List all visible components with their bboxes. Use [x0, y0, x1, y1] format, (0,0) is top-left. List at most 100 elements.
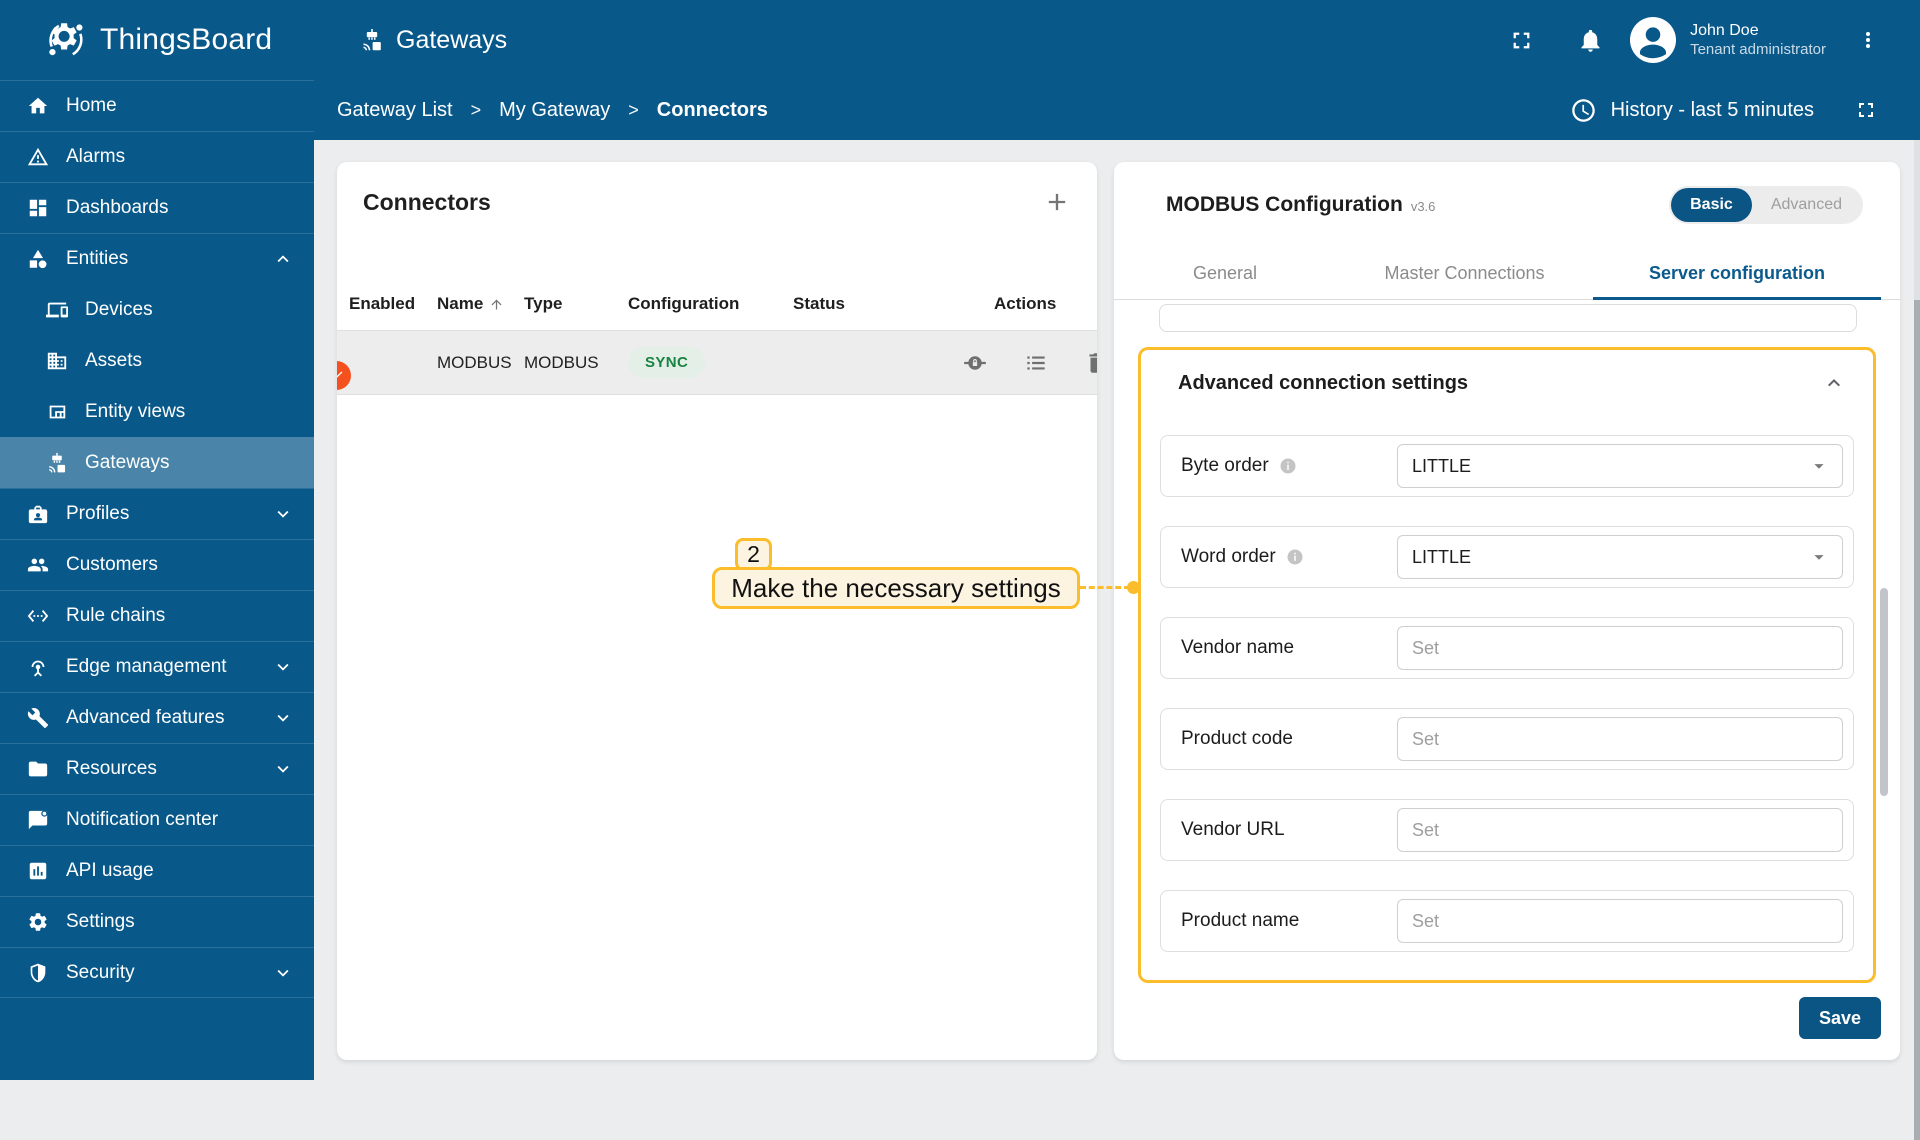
tab-general[interactable]: General	[1114, 247, 1336, 299]
add-connector-button[interactable]	[1043, 188, 1071, 216]
vendor-url-row: Vendor URL	[1160, 799, 1854, 861]
window-scrollbar-track[interactable]	[1914, 140, 1920, 1140]
sidebar-item-label: Notification center	[66, 809, 219, 830]
dropdown-caret-icon	[1808, 546, 1830, 568]
connectors-card: Connectors Enabled Name Type Configurati…	[337, 162, 1097, 1060]
info-icon[interactable]	[1279, 457, 1297, 475]
expand-icon[interactable]	[1854, 98, 1878, 122]
sidebar-item-rule-chains[interactable]: Rule chains	[0, 590, 314, 641]
sidebar-item-label: Gateways	[85, 451, 170, 473]
sidebar-item-label: Devices	[85, 298, 153, 320]
breadcrumb-separator: >	[628, 99, 639, 120]
sidebar-item-assets[interactable]: Assets	[0, 335, 314, 386]
settings-icon	[27, 911, 49, 933]
delete-icon[interactable]	[1084, 350, 1097, 376]
product-name-input[interactable]	[1397, 899, 1843, 943]
vendor-name-input[interactable]	[1397, 626, 1843, 670]
sidebar-item-entity-views[interactable]: Entity views	[0, 386, 314, 437]
sync-chip[interactable]: SYNC	[628, 347, 706, 378]
chevron-down-icon	[272, 503, 294, 525]
clipped-field-row	[1160, 981, 1854, 983]
rule-chains-icon	[27, 605, 49, 627]
security-icon	[27, 962, 49, 984]
save-button[interactable]: Save	[1799, 997, 1881, 1039]
sidebar-item-notification-center[interactable]: Notification center	[0, 794, 314, 845]
user-block[interactable]: John Doe Tenant administrator	[1690, 21, 1826, 60]
connectors-card-header: Connectors	[337, 162, 1097, 242]
history-range[interactable]: History - last 5 minutes	[1570, 97, 1878, 124]
tab-master-connections[interactable]: Master Connections	[1336, 247, 1593, 299]
sidebar-item-devices[interactable]: Devices	[0, 284, 314, 335]
sidebar-item-dashboards[interactable]: Dashboards	[0, 182, 314, 233]
connectors-title: Connectors	[363, 188, 491, 215]
panel-scrollbar-thumb[interactable]	[1880, 588, 1888, 796]
sidebar-item-settings[interactable]: Settings	[0, 896, 314, 947]
table-row[interactable]: MODBUS MODBUS SYNC	[337, 330, 1097, 395]
sidebar-item-gateways[interactable]: Gateways	[0, 437, 314, 488]
byte-order-select[interactable]: LITTLE	[1397, 444, 1843, 488]
advanced-features-icon	[27, 707, 49, 729]
avatar[interactable]	[1630, 17, 1676, 63]
vendor-url-label: Vendor URL	[1181, 819, 1285, 840]
config-version: v3.6	[1410, 199, 1436, 214]
sidebar-item-security[interactable]: Security	[0, 947, 314, 998]
sidebar-item-label: Edge management	[66, 656, 227, 677]
devices-icon	[46, 299, 68, 321]
sidebar-item-label: API usage	[66, 860, 154, 881]
column-type: Type	[524, 294, 563, 313]
mode-advanced[interactable]: Advanced	[1752, 188, 1861, 222]
advanced-connection-settings-section: Advanced connection settings Byte order …	[1138, 347, 1876, 983]
byte-order-value: LITTLE	[1412, 455, 1472, 476]
assets-icon	[46, 350, 68, 372]
clipped-field-row	[1159, 304, 1857, 332]
name-cell: MODBUS	[437, 352, 512, 372]
column-actions: Actions	[994, 294, 1057, 313]
info-icon[interactable]	[1286, 548, 1304, 566]
sidebar: Home Alarms Dashboards Entities Devices …	[0, 80, 314, 1080]
collapse-chevron-icon[interactable]	[1822, 371, 1846, 395]
product-name-label: Product name	[1181, 910, 1300, 931]
mode-toggle: Basic Advanced	[1669, 185, 1863, 224]
sidebar-item-resources[interactable]: Resources	[0, 743, 314, 794]
config-panel-header: MODBUS Configuration v3.6 Basic Advanced	[1114, 162, 1900, 247]
logs-list-icon[interactable]	[1023, 350, 1049, 376]
word-order-label: Word order	[1181, 546, 1276, 567]
brand[interactable]: ThingsBoard	[0, 18, 314, 62]
sidebar-item-label: Dashboards	[66, 197, 169, 218]
breadcrumb-my-gateway[interactable]: My Gateway	[499, 99, 610, 122]
config-tabs: General Master Connections Server config…	[1114, 247, 1900, 300]
notification-icon	[27, 809, 49, 831]
product-code-row: Product code	[1160, 708, 1854, 770]
rpc-lock-icon[interactable]	[962, 350, 988, 376]
tab-server-configuration[interactable]: Server configuration	[1593, 247, 1881, 300]
more-vert-icon[interactable]	[1856, 28, 1880, 52]
byte-order-label: Byte order	[1181, 455, 1269, 476]
sidebar-item-home[interactable]: Home	[0, 80, 314, 131]
product-code-input[interactable]	[1397, 717, 1843, 761]
breadcrumb-gateway-list[interactable]: Gateway List	[337, 99, 453, 122]
sidebar-item-advanced-features[interactable]: Advanced features	[0, 692, 314, 743]
word-order-value: LITTLE	[1412, 546, 1472, 567]
column-name[interactable]: Name	[437, 294, 524, 314]
word-order-select[interactable]: LITTLE	[1397, 535, 1843, 579]
annotation-connector-line	[1080, 586, 1130, 589]
sidebar-item-edge-management[interactable]: Edge management	[0, 641, 314, 692]
top-right-cluster: John Doe Tenant administrator	[1508, 17, 1920, 63]
sidebar-item-api-usage[interactable]: API usage	[0, 845, 314, 896]
fullscreen-icon[interactable]	[1508, 27, 1535, 54]
vendor-url-input[interactable]	[1397, 808, 1843, 852]
window-scrollbar-thumb[interactable]	[1914, 300, 1920, 1140]
mode-basic[interactable]: Basic	[1671, 187, 1752, 222]
sidebar-item-profiles[interactable]: Profiles	[0, 488, 314, 539]
user-name: John Doe	[1690, 21, 1759, 39]
sidebar-item-alarms[interactable]: Alarms	[0, 131, 314, 182]
sidebar-item-customers[interactable]: Customers	[0, 539, 314, 590]
section-header[interactable]: Advanced connection settings	[1141, 350, 1873, 395]
notifications-bell-icon[interactable]	[1577, 27, 1604, 54]
chevron-up-icon	[272, 248, 294, 270]
field-rows: Byte order LITTLE Word order LITTLE Vend…	[1141, 435, 1873, 983]
sidebar-item-entities[interactable]: Entities	[0, 233, 314, 284]
breadcrumb-connectors: Connectors	[656, 98, 768, 121]
annotation-callout: Make the necessary settings	[712, 567, 1080, 609]
page-title-group: Gateways	[360, 26, 507, 55]
